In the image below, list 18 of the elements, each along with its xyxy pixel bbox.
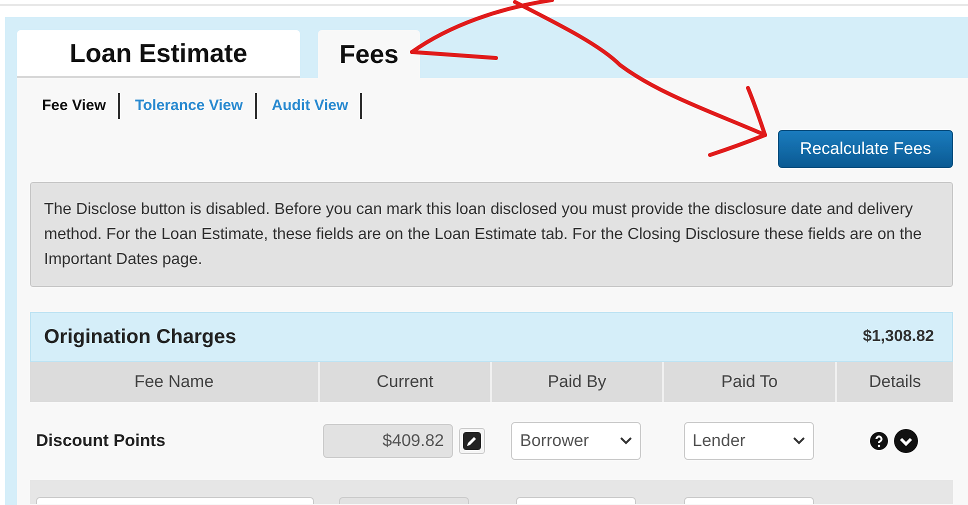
dropdown[interactable]: Lender: [684, 422, 814, 460]
column-header: Current: [318, 362, 490, 402]
column-header: Paid To: [662, 362, 835, 402]
column-header: Details: [835, 362, 953, 402]
view-tab[interactable]: Tolerance View: [134, 93, 257, 119]
column-header: Fee Name: [30, 362, 318, 402]
tab[interactable]: Fees: [318, 30, 420, 78]
tab[interactable]: Loan Estimate: [17, 30, 300, 78]
column-header: Paid By: [490, 362, 662, 402]
view-tab[interactable]: Audit View: [272, 93, 362, 119]
recalculate-button[interactable]: Recalculate Fees: [778, 130, 953, 168]
amount-field: $409.82: [323, 424, 453, 458]
notice-message: The Disclose button is disabled. Before you can mark this loan disclosed you must provide the disclosure date and delivery method. For the Loan Estimate, these fields are on the Loan Estimate tab. For the Closing Disclosure these fields are on the Important Dates page.: [30, 182, 953, 287]
fee-name: Discount Points: [36, 431, 166, 451]
dropdown[interactable]: Borrower: [511, 422, 641, 460]
section-total: $1,308.82: [862, 328, 934, 346]
section-title: Origination Charges: [44, 326, 236, 348]
view-tab[interactable]: Fee View: [42, 93, 120, 119]
